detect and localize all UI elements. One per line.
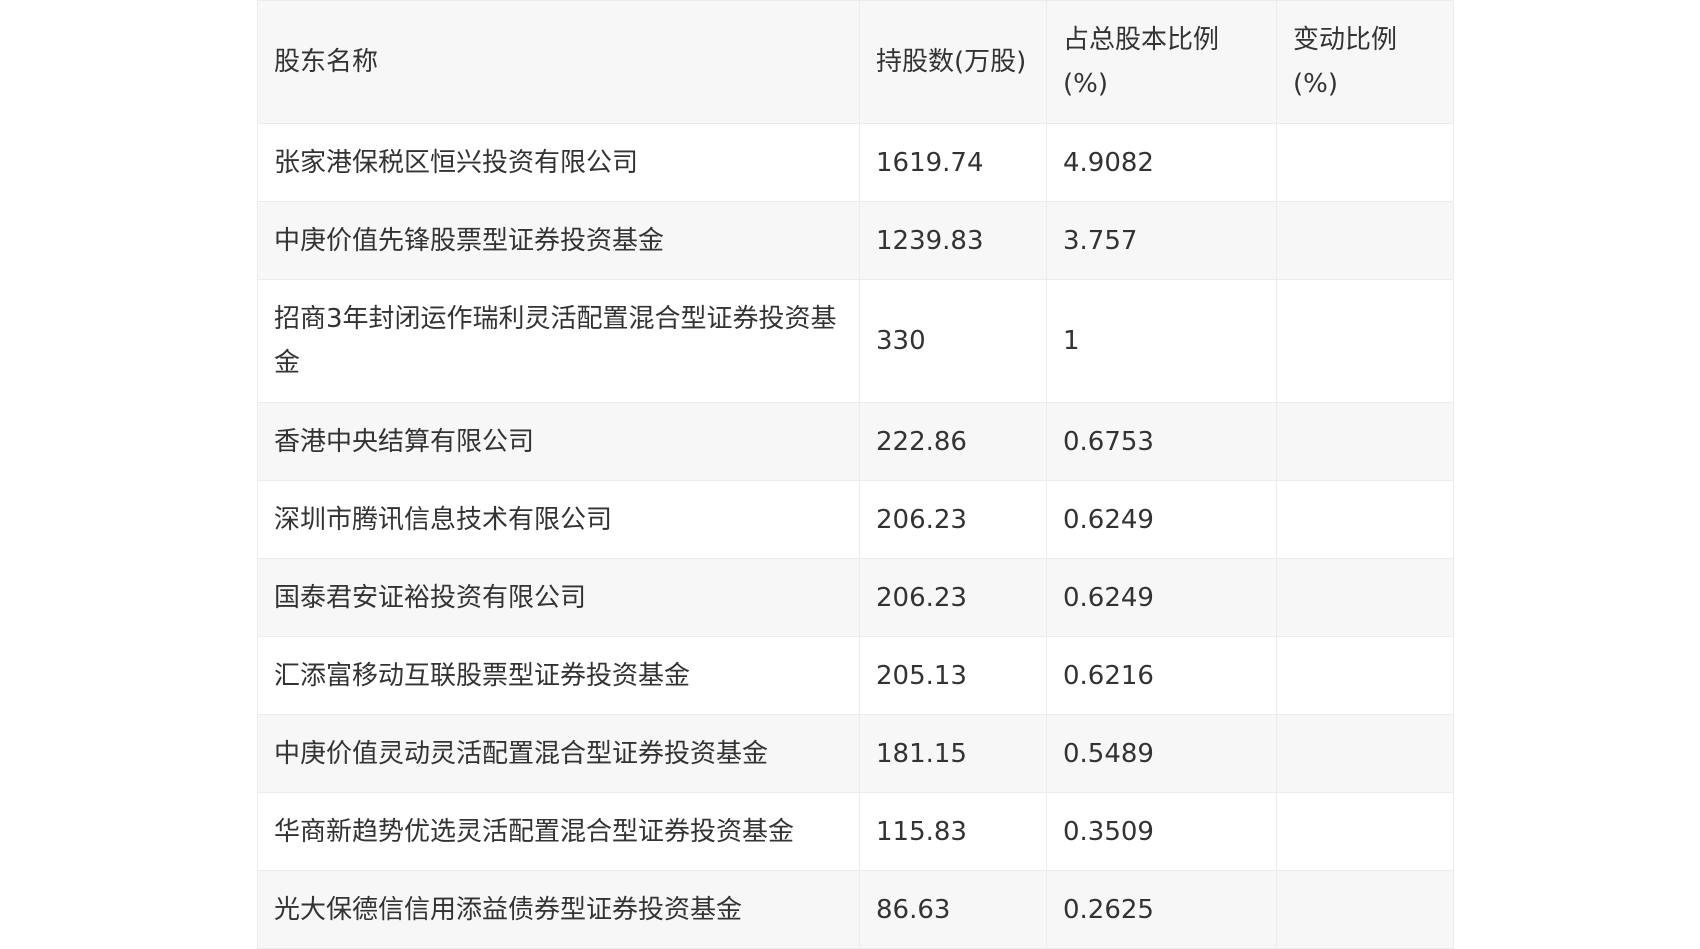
cell-shareholder-name: 张家港保税区恒兴投资有限公司 — [257, 123, 860, 202]
cell-shares-held: 206.23 — [859, 558, 1047, 637]
shareholders-table: 股东名称 持股数(万股) 占总股本比例(%) 变动比例(%) 张家港保税区恒兴投… — [257, 0, 1454, 949]
cell-shareholder-name: 中庚价值先锋股票型证券投资基金 — [257, 201, 860, 280]
cell-share-ratio: 0.6249 — [1046, 480, 1277, 559]
cell-change-ratio — [1276, 714, 1454, 793]
table-row: 招商3年封闭运作瑞利灵活配置混合型证券投资基金 330 1 — [257, 279, 1454, 403]
cell-share-ratio: 0.6249 — [1046, 558, 1277, 637]
cell-share-ratio: 0.3509 — [1046, 792, 1277, 871]
cell-shares-held: 222.86 — [859, 402, 1047, 481]
cell-change-ratio — [1276, 480, 1454, 559]
cell-shares-held: 330 — [859, 279, 1047, 403]
table-row: 中庚价值灵动灵活配置混合型证券投资基金 181.15 0.5489 — [257, 714, 1454, 793]
cell-shareholder-name: 华商新趋势优选灵活配置混合型证券投资基金 — [257, 792, 860, 871]
cell-shares-held: 1239.83 — [859, 201, 1047, 280]
header-shareholder-name: 股东名称 — [257, 0, 860, 124]
cell-shareholder-name: 招商3年封闭运作瑞利灵活配置混合型证券投资基金 — [257, 279, 860, 403]
cell-share-ratio: 1 — [1046, 279, 1277, 403]
table-row: 中庚价值先锋股票型证券投资基金 1239.83 3.757 — [257, 201, 1454, 280]
cell-share-ratio: 0.2625 — [1046, 870, 1277, 949]
cell-shareholder-name: 光大保德信信用添益债券型证券投资基金 — [257, 870, 860, 949]
table-row: 深圳市腾讯信息技术有限公司 206.23 0.6249 — [257, 480, 1454, 559]
cell-share-ratio: 4.9082 — [1046, 123, 1277, 202]
table-row: 香港中央结算有限公司 222.86 0.6753 — [257, 402, 1454, 481]
cell-shareholder-name: 中庚价值灵动灵活配置混合型证券投资基金 — [257, 714, 860, 793]
cell-change-ratio — [1276, 402, 1454, 481]
cell-shareholder-name: 深圳市腾讯信息技术有限公司 — [257, 480, 860, 559]
cell-change-ratio — [1276, 870, 1454, 949]
cell-shareholder-name: 国泰君安证裕投资有限公司 — [257, 558, 860, 637]
cell-change-ratio — [1276, 792, 1454, 871]
cell-change-ratio — [1276, 636, 1454, 715]
header-shares-held: 持股数(万股) — [859, 0, 1047, 124]
cell-shares-held: 86.63 — [859, 870, 1047, 949]
cell-share-ratio: 0.5489 — [1046, 714, 1277, 793]
cell-shares-held: 1619.74 — [859, 123, 1047, 202]
table-row: 国泰君安证裕投资有限公司 206.23 0.6249 — [257, 558, 1454, 637]
table-row: 华商新趋势优选灵活配置混合型证券投资基金 115.83 0.3509 — [257, 792, 1454, 871]
cell-shares-held: 181.15 — [859, 714, 1047, 793]
cell-shares-held: 205.13 — [859, 636, 1047, 715]
table-header-row: 股东名称 持股数(万股) 占总股本比例(%) 变动比例(%) — [257, 0, 1454, 124]
cell-shares-held: 206.23 — [859, 480, 1047, 559]
shareholders-table-container: 股东名称 持股数(万股) 占总股本比例(%) 变动比例(%) 张家港保税区恒兴投… — [257, 0, 1454, 949]
cell-change-ratio — [1276, 201, 1454, 280]
cell-shareholder-name: 汇添富移动互联股票型证券投资基金 — [257, 636, 860, 715]
table-row: 光大保德信信用添益债券型证券投资基金 86.63 0.2625 — [257, 870, 1454, 949]
cell-shareholder-name: 香港中央结算有限公司 — [257, 402, 860, 481]
cell-share-ratio: 0.6216 — [1046, 636, 1277, 715]
cell-share-ratio: 0.6753 — [1046, 402, 1277, 481]
table-row: 汇添富移动互联股票型证券投资基金 205.13 0.6216 — [257, 636, 1454, 715]
cell-shares-held: 115.83 — [859, 792, 1047, 871]
cell-change-ratio — [1276, 558, 1454, 637]
cell-change-ratio — [1276, 279, 1454, 403]
cell-share-ratio: 3.757 — [1046, 201, 1277, 280]
header-change-ratio: 变动比例(%) — [1276, 0, 1454, 124]
cell-change-ratio — [1276, 123, 1454, 202]
table-row: 张家港保税区恒兴投资有限公司 1619.74 4.9082 — [257, 123, 1454, 202]
header-share-ratio: 占总股本比例(%) — [1046, 0, 1277, 124]
